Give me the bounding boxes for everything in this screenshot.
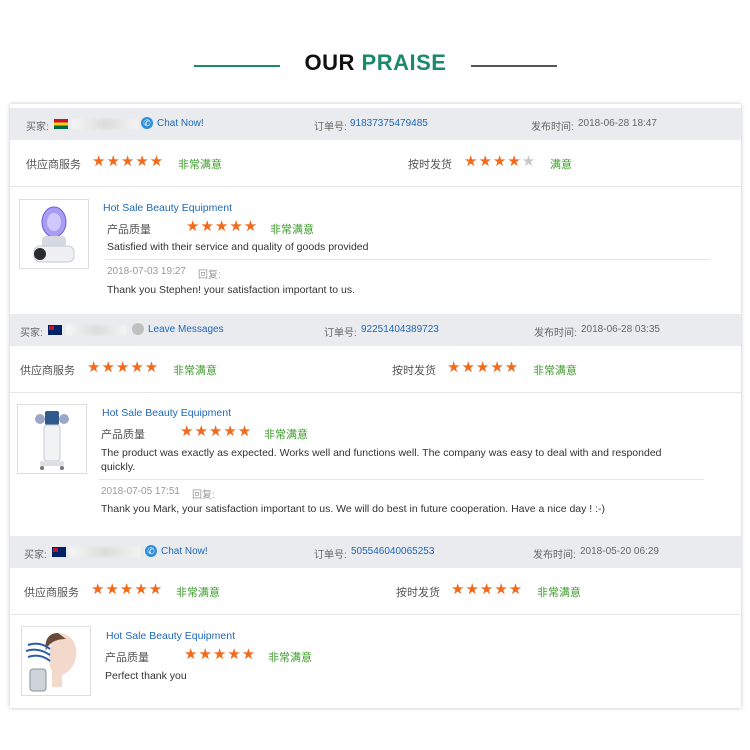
shipping-label: 按时发货 [408, 159, 452, 171]
led-mask-device-icon [20, 200, 88, 268]
quality-stars: ★★★★★ [180, 423, 253, 440]
leave-messages-link[interactable]: Leave Messages [148, 324, 224, 335]
buyer-flag-icon [52, 547, 66, 557]
supplier-service-stars: ★★★★★ [87, 359, 160, 376]
buyer-name-masked [66, 325, 126, 335]
post-time-label: 发布时间: [533, 550, 576, 561]
header-line-right [471, 65, 557, 67]
review-header-bar: 买家: ✆ Chat Now! 订单号: 91837375479485 发布时间… [10, 108, 741, 140]
shipping-stars: ★★★★★ [464, 153, 537, 170]
quality-label: 产品质量 [105, 652, 149, 664]
rf-machine-device-icon [18, 405, 86, 473]
shipping-rating: 满意 [550, 159, 572, 171]
buyer-label: 买家: [26, 122, 49, 133]
product-thumbnail[interactable] [19, 199, 89, 269]
review-comment: The product was exactly as expected. Wor… [101, 447, 662, 473]
supplier-service-stars: ★★★★★ [91, 581, 164, 598]
supplier-service-label: 供应商服务 [26, 159, 81, 171]
supplier-service-label: 供应商服务 [20, 365, 75, 377]
buyer-flag-icon [54, 119, 68, 129]
quality-label: 产品质量 [107, 224, 151, 236]
ratings-row: 供应商服务 ★★★★★ 非常满意 按时发货 ★★★★★ 满意 [10, 140, 741, 187]
buyer-label: 买家: [20, 328, 43, 339]
product-name-link[interactable]: Hot Sale Beauty Equipment [103, 202, 232, 214]
shipping-rating: 非常满意 [533, 365, 577, 377]
reply-divider [99, 479, 704, 480]
quality-stars: ★★★★★ [186, 218, 259, 235]
order-number[interactable]: 91837375479485 [350, 118, 428, 129]
quality-rating: 非常满意 [264, 429, 308, 441]
shipping-label: 按时发货 [392, 365, 436, 377]
title-part-1: OUR [304, 50, 355, 75]
ratings-row: 供应商服务 ★★★★★ 非常满意 按时发货 ★★★★★ 非常满意 [10, 568, 741, 615]
order-label: 订单号: [314, 122, 347, 133]
supplier-service-label: 供应商服务 [24, 587, 79, 599]
shipping-label: 按时发货 [396, 587, 440, 599]
buyer-flag-icon [48, 325, 62, 335]
post-time-label: 发布时间: [531, 122, 574, 133]
reply-text: Thank you Mark, your satisfaction import… [101, 503, 606, 515]
reviews-panel: 买家: ✆ Chat Now! 订单号: 91837375479485 发布时间… [10, 104, 741, 708]
post-time: 2018-06-28 03:35 [581, 324, 660, 335]
chat-now-link[interactable]: Chat Now! [157, 118, 204, 129]
quality-label: 产品质量 [101, 429, 145, 441]
review-comment: Perfect thank you [105, 670, 187, 682]
post-time: 2018-06-28 18:47 [578, 118, 657, 129]
page-title: OUR PRAISE [280, 50, 471, 76]
order-label: 订单号: [324, 328, 357, 339]
chat-icon[interactable]: ✆ [145, 545, 157, 557]
review-comment: Satisfied with their service and quality… [107, 241, 369, 253]
buyer-label: 买家: [24, 550, 47, 561]
product-thumbnail[interactable] [17, 404, 87, 474]
title-part-2: PRAISE [361, 50, 447, 75]
supplier-service-stars: ★★★★★ [92, 153, 165, 170]
reply-label: 回复: [192, 490, 215, 501]
buyer-name-masked [70, 547, 140, 557]
quality-stars: ★★★★★ [184, 646, 257, 663]
page-header: OUR PRAISE [0, 0, 750, 104]
chat-icon[interactable]: ✆ [141, 117, 153, 129]
chat-now-link[interactable]: Chat Now! [161, 546, 208, 557]
reply-date: 2018-07-05 17:51 [101, 486, 180, 497]
post-time-label: 发布时间: [534, 328, 577, 339]
order-label: 订单号: [314, 550, 347, 561]
shipping-stars: ★★★★★ [451, 581, 524, 598]
supplier-service-rating: 非常满意 [173, 365, 217, 377]
post-time: 2018-05-20 06:29 [580, 546, 659, 557]
product-name-link[interactable]: Hot Sale Beauty Equipment [106, 630, 235, 642]
supplier-service-rating: 非常满意 [178, 159, 222, 171]
quality-rating: 非常满意 [270, 224, 314, 236]
order-number[interactable]: 505546040065253 [351, 546, 434, 557]
buyer-name-masked [72, 119, 138, 129]
product-thumbnail[interactable] [21, 626, 91, 696]
reply-text: Thank you Stephen! your satisfaction imp… [107, 284, 356, 296]
header-line-left [194, 65, 280, 67]
ratings-row: 供应商服务 ★★★★★ 非常满意 按时发货 ★★★★★ 非常满意 [10, 346, 741, 393]
reply-date: 2018-07-03 19:27 [107, 266, 186, 277]
product-name-link[interactable]: Hot Sale Beauty Equipment [102, 407, 231, 419]
order-number[interactable]: 92251404389723 [361, 324, 439, 335]
reply-label: 回复: [198, 270, 221, 281]
shipping-stars: ★★★★★ [447, 359, 520, 376]
shipping-rating: 非常满意 [537, 587, 581, 599]
face-treatment-icon [22, 627, 90, 695]
quality-rating: 非常满意 [268, 652, 312, 664]
reply-divider [105, 259, 710, 260]
supplier-service-rating: 非常满意 [176, 587, 220, 599]
message-icon[interactable] [132, 323, 144, 335]
review-header-bar: 买家: ✆ Chat Now! 订单号: 505546040065253 发布时… [10, 536, 741, 568]
review-header-bar: 买家: Leave Messages 订单号: 92251404389723 发… [10, 314, 741, 346]
